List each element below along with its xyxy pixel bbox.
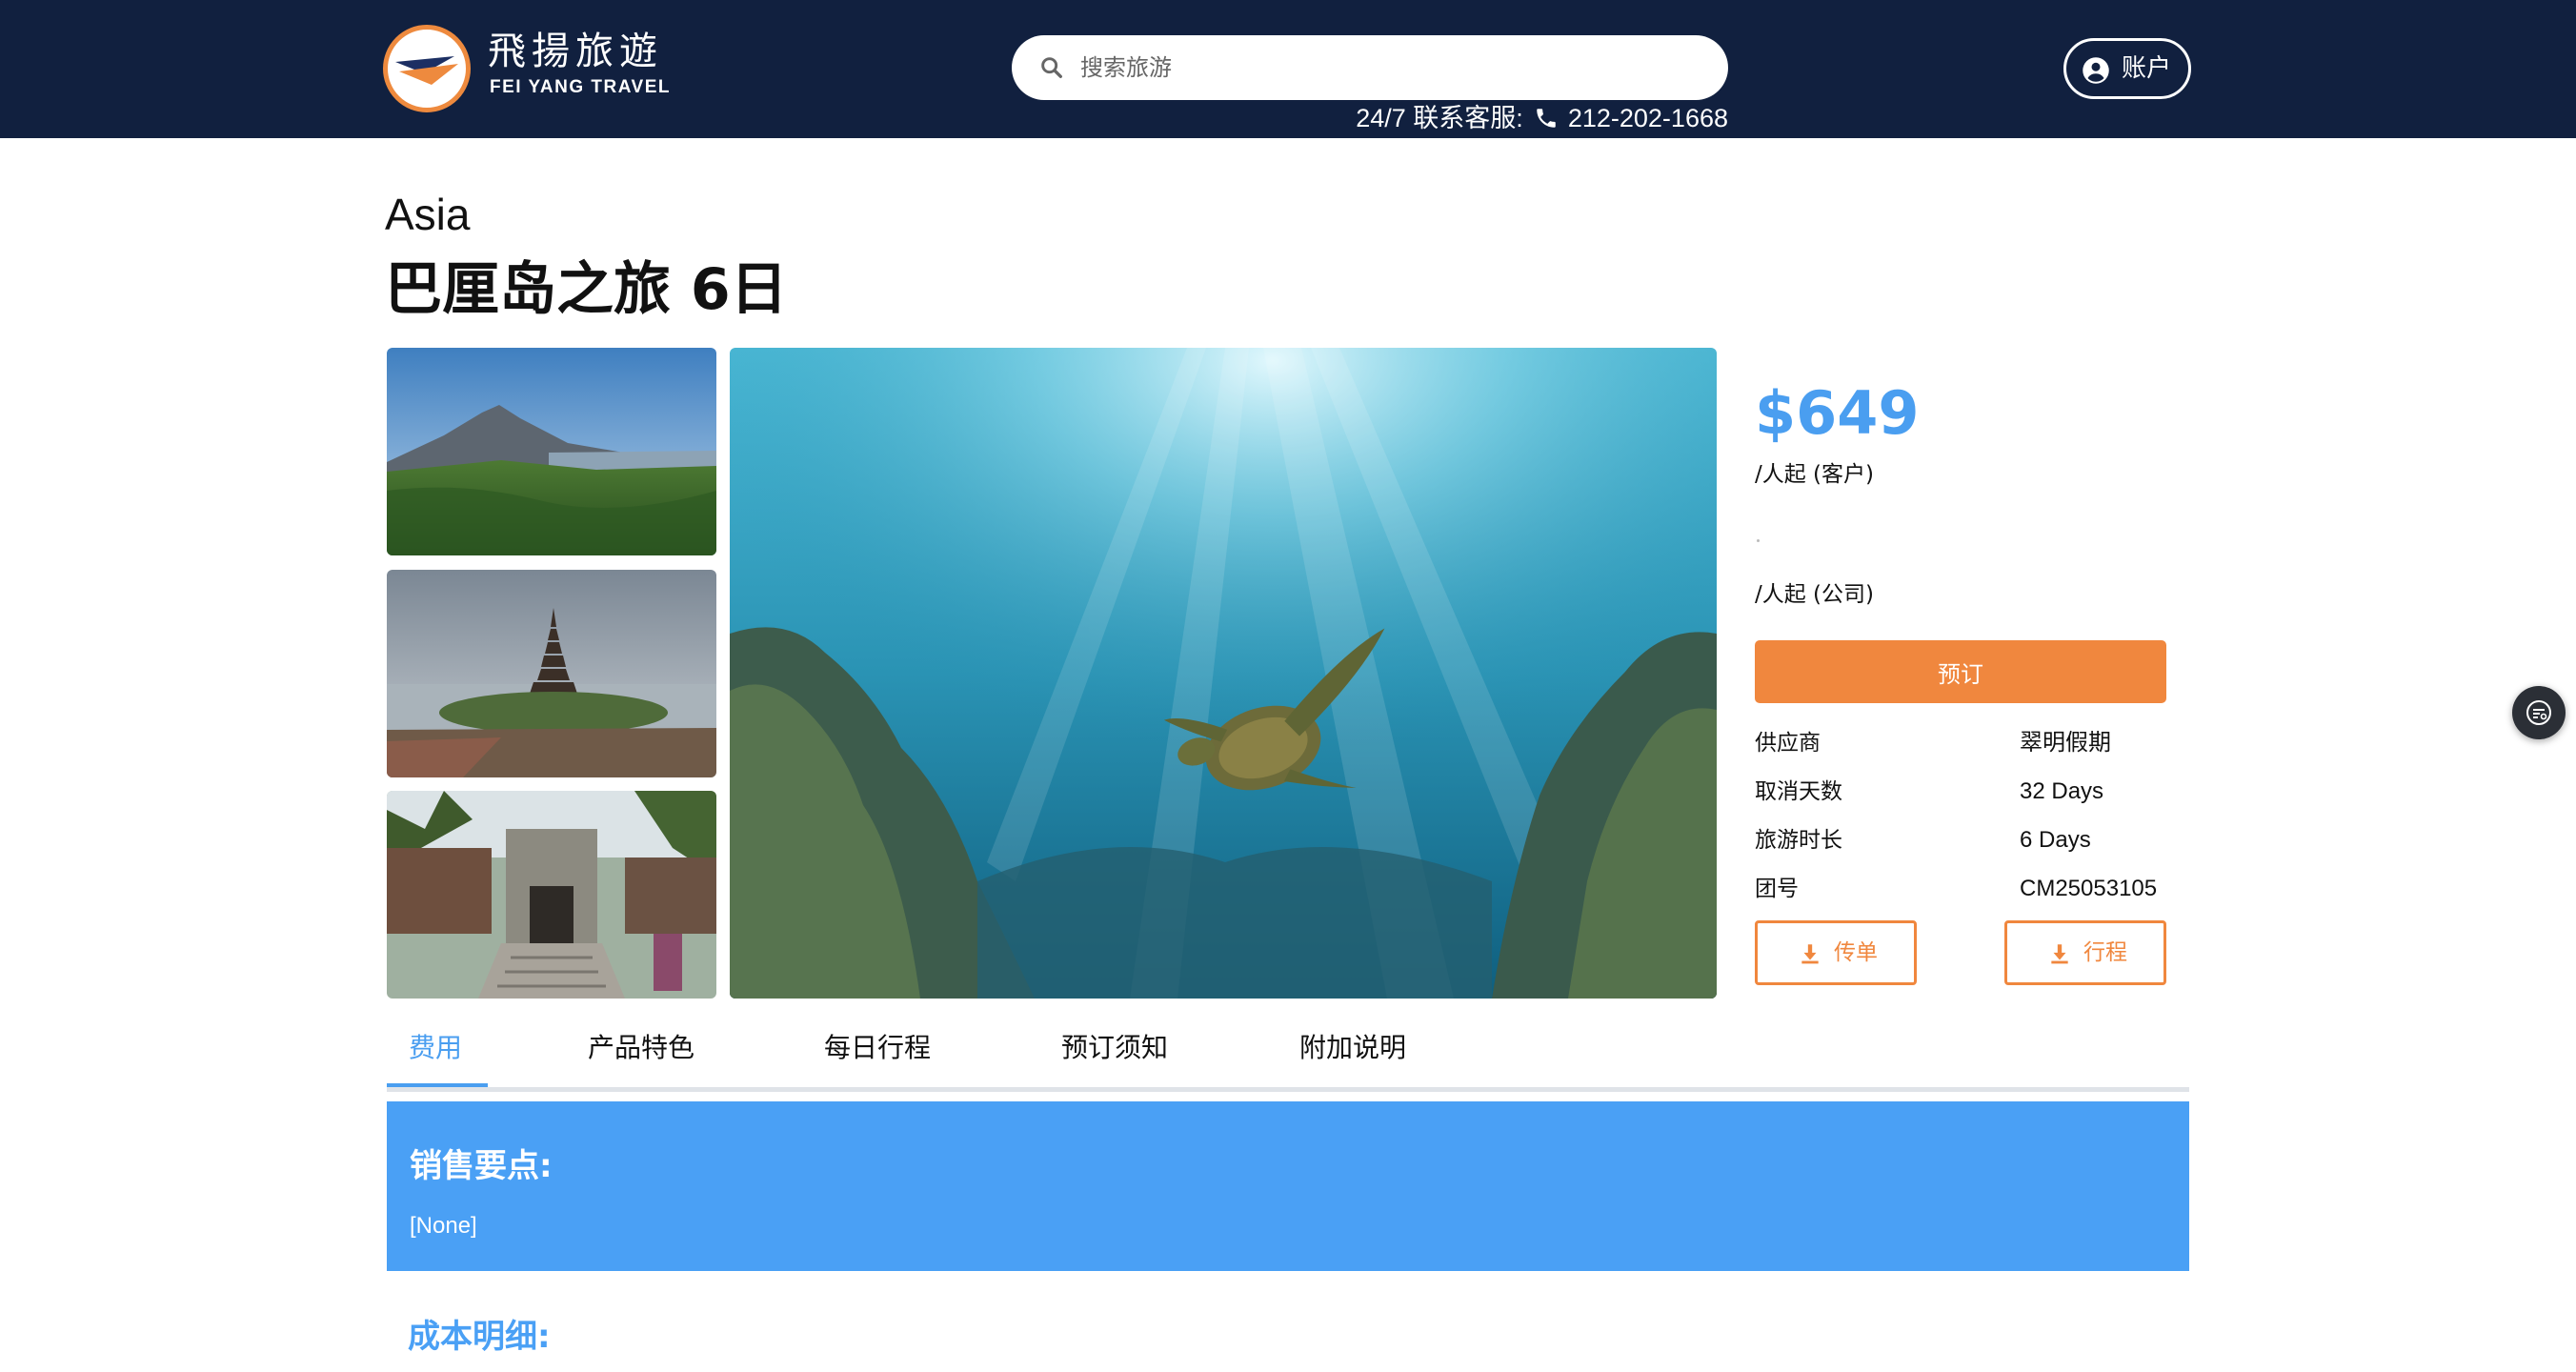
download-itinerary-button[interactable]: 行程 xyxy=(2004,920,2166,985)
account-circle-icon xyxy=(2083,57,2109,84)
region-label: Asia xyxy=(385,190,471,239)
cost-breakdown-title: 成本明细: xyxy=(408,1318,551,1356)
thumbnail-temple-gate[interactable] xyxy=(387,791,716,999)
brand-name-cn: 飛揚旅遊 xyxy=(488,30,663,73)
tab-daily-itinerary[interactable]: 每日行程 xyxy=(824,1029,931,1067)
hotline-label: 24/7 联系客服: xyxy=(1356,104,1523,132)
thumbnail-volcano[interactable] xyxy=(387,348,716,555)
duration-value: 6 Days xyxy=(2020,827,2091,853)
cancel-days-label: 取消天数 xyxy=(1755,779,1842,804)
tab-fees[interactable]: 费用 xyxy=(409,1029,462,1067)
supplier-value: 翠明假期 xyxy=(2020,730,2111,756)
top-header: 飛揚旅遊 FEI YANG TRAVEL 24/7 联系客服: 212-202-… xyxy=(0,0,2576,138)
itinerary-label: 行程 xyxy=(2083,940,2127,965)
tab-features[interactable]: 产品特色 xyxy=(588,1029,694,1067)
flyer-label: 传单 xyxy=(1834,940,1878,965)
price: $649 xyxy=(1755,378,1920,448)
book-button[interactable]: 预订 xyxy=(1755,640,2166,703)
hotline: 24/7 联系客服: 212-202-1668 xyxy=(1238,101,1728,135)
list-settings-icon xyxy=(2526,700,2551,725)
duration-label: 旅游时长 xyxy=(1755,828,1842,853)
main-image-sea-turtle[interactable] xyxy=(730,348,1717,999)
download-icon xyxy=(1801,944,1819,964)
account-label: 账户 xyxy=(2122,54,2172,83)
supplier-label: 供应商 xyxy=(1755,731,1821,756)
brand-name-en: FEI YANG TRAVEL xyxy=(490,77,672,97)
download-icon xyxy=(2051,944,2068,964)
download-flyer-button[interactable]: 传单 xyxy=(1755,920,1917,985)
sales-points-title: 销售要点: xyxy=(410,1147,553,1185)
thumbnail-water-temple[interactable] xyxy=(387,570,716,777)
search-bar[interactable] xyxy=(1012,35,1728,100)
price-unit-customer: /人起 (客户) xyxy=(1755,462,1875,487)
sales-points-box: 销售要点: [None] xyxy=(387,1101,2189,1271)
cancel-days-value: 32 Days xyxy=(2020,778,2104,804)
brand-logo[interactable] xyxy=(383,25,471,112)
separator-dot xyxy=(1757,539,1760,542)
tab-booking-notes[interactable]: 预订须知 xyxy=(1061,1029,1168,1067)
tab-additional-info[interactable]: 附加说明 xyxy=(1299,1029,1406,1067)
price-unit-company: /人起 (公司) xyxy=(1755,582,1875,607)
tour-code-label: 团号 xyxy=(1755,877,1799,901)
tour-code-value: CM25053105 xyxy=(2020,876,2158,901)
search-input[interactable] xyxy=(1080,49,1690,87)
tabs-divider xyxy=(387,1087,2189,1092)
page-title: 巴厘岛之旅 6日 xyxy=(385,256,788,323)
search-icon xyxy=(1041,57,1062,78)
floating-menu-button[interactable] xyxy=(2512,686,2566,739)
sales-points-text: [None] xyxy=(410,1213,477,1239)
phone-icon xyxy=(1537,109,1557,128)
account-button[interactable]: 账户 xyxy=(2063,38,2191,99)
hotline-number[interactable]: 212-202-1668 xyxy=(1568,104,1728,132)
active-tab-indicator xyxy=(387,1083,488,1087)
